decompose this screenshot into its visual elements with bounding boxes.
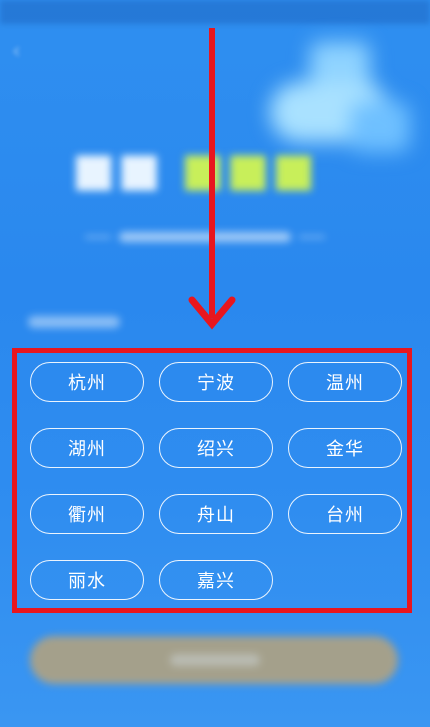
- submit-button-blurred[interactable]: [30, 636, 398, 684]
- hero-illustration: [270, 42, 420, 157]
- city-selection-panel: 杭州 宁波 温州 湖州 绍兴 金华 衢州 舟山 台州 丽水 嘉兴: [12, 348, 412, 613]
- page-title-blurred: ■■ ■■■: [72, 142, 318, 196]
- city-button-jinhua[interactable]: 金华: [288, 428, 402, 468]
- city-button-jiaxing[interactable]: 嘉兴: [159, 560, 273, 600]
- city-button-zhoushan[interactable]: 舟山: [159, 494, 273, 534]
- back-arrow-icon[interactable]: ‹: [12, 40, 36, 64]
- subtitle-blurred: [85, 230, 325, 244]
- city-button-taizhou[interactable]: 台州: [288, 494, 402, 534]
- city-button-ningbo[interactable]: 宁波: [159, 362, 273, 402]
- city-button-shaoxing[interactable]: 绍兴: [159, 428, 273, 468]
- status-bar: [0, 0, 430, 24]
- section-label-blurred: [28, 316, 120, 328]
- city-button-lishui[interactable]: 丽水: [30, 560, 144, 600]
- city-button-hangzhou[interactable]: 杭州: [30, 362, 144, 402]
- city-button-quzhou[interactable]: 衢州: [30, 494, 144, 534]
- city-button-wenzhou[interactable]: 温州: [288, 362, 402, 402]
- city-button-huzhou[interactable]: 湖州: [30, 428, 144, 468]
